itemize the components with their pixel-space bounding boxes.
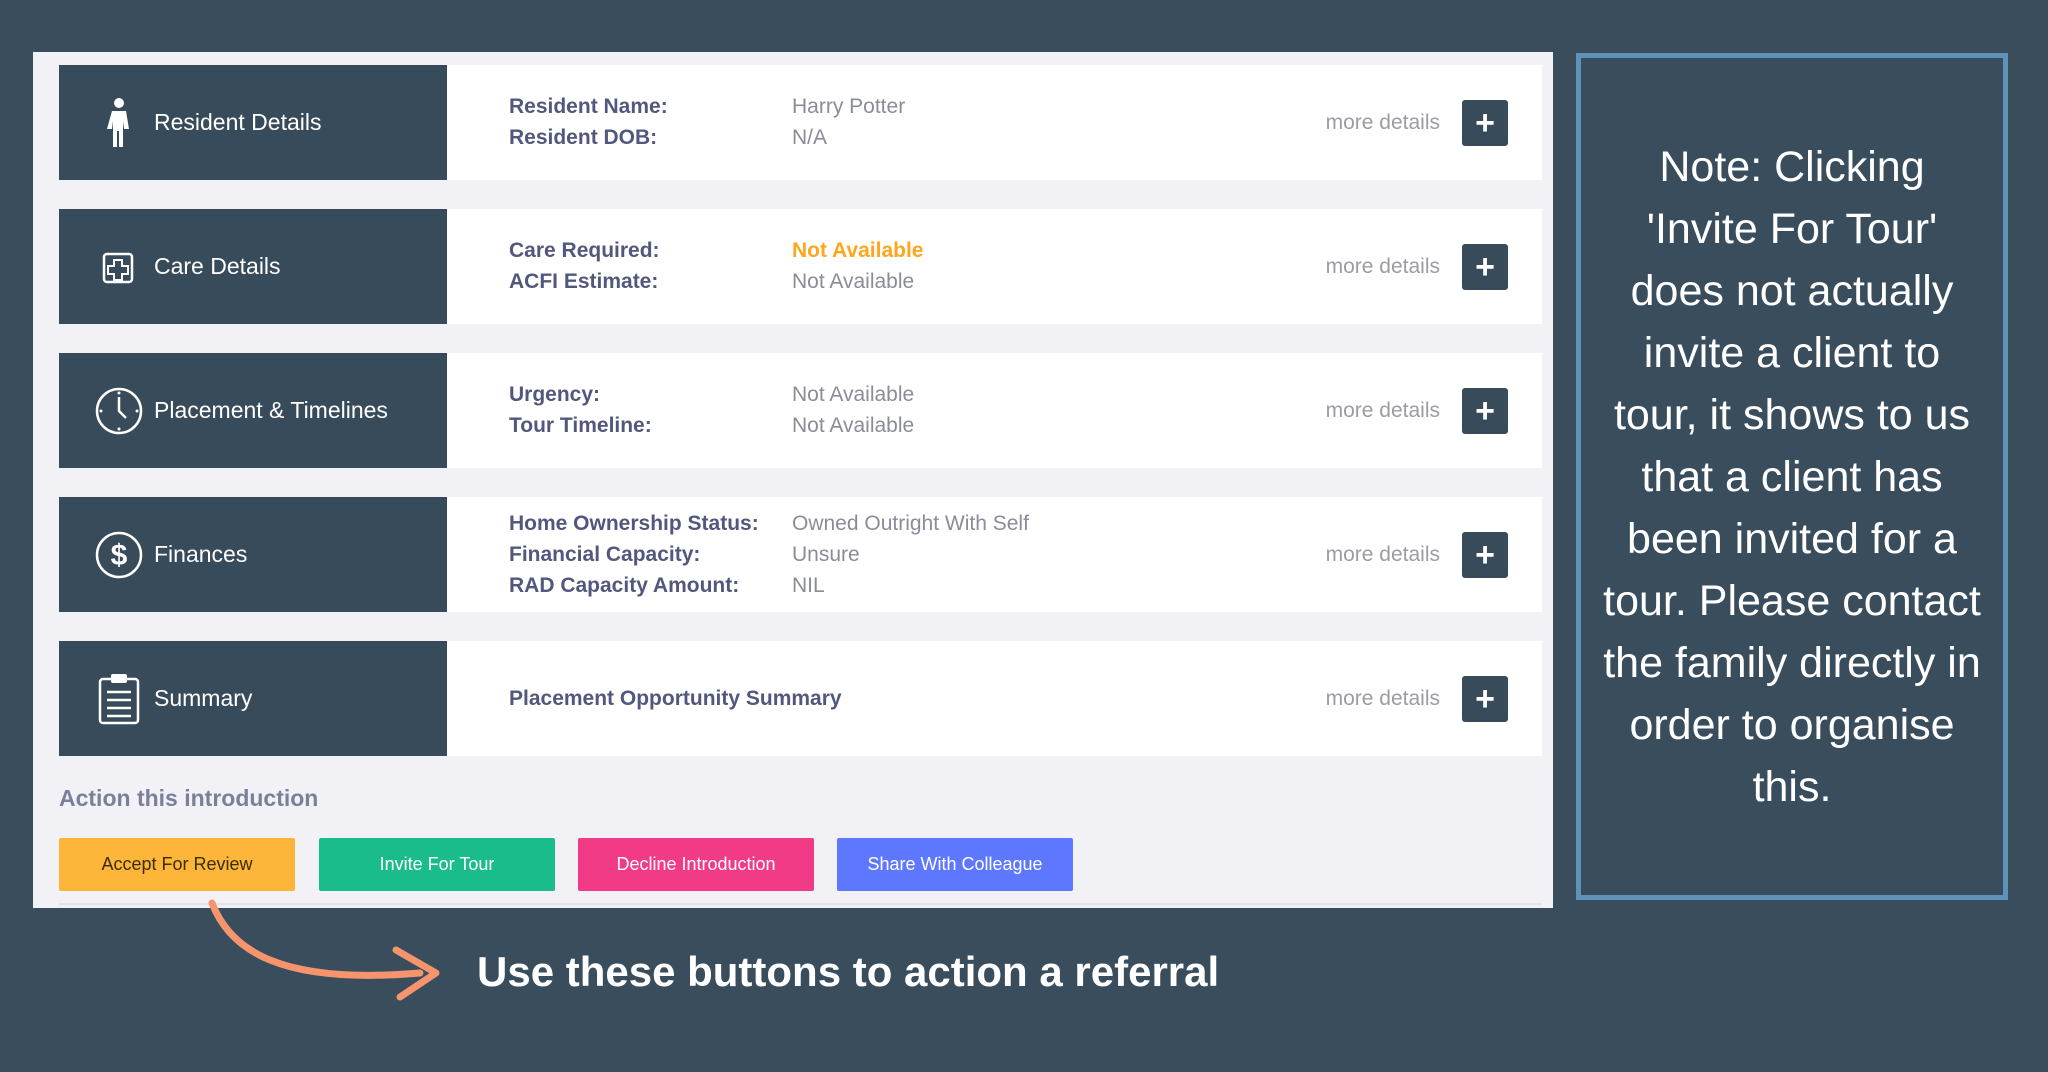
decline-introduction-button[interactable]: Decline Introduction [578, 838, 814, 891]
dollar-icon: $ [89, 525, 149, 585]
field-value: Not Available [792, 383, 915, 406]
card-title: Care Details [154, 253, 281, 279]
more-details-link[interactable]: more details [1326, 65, 1440, 180]
more-details-link[interactable]: more details [1326, 497, 1440, 612]
field-value: N/A [792, 126, 828, 149]
field-value: Not Available [792, 414, 915, 437]
card-fields: Care Required: Not Available ACFI Estima… [509, 209, 923, 324]
clock-icon [89, 381, 149, 441]
medical-cross-icon [89, 237, 149, 297]
card-finances: $ Finances Home Ownership Status: Owned … [59, 497, 1542, 612]
card-header: $ Finances [59, 497, 447, 612]
card-header: Resident Details [59, 65, 447, 180]
plus-icon[interactable]: + [1462, 244, 1508, 290]
card-title: Summary [154, 685, 253, 711]
field-row: Care Required: Not Available [509, 236, 923, 267]
referral-panel: Resident Details Resident Name: Harry Po… [33, 52, 1553, 908]
field-label: Resident DOB: [509, 126, 658, 149]
field-row: Home Ownership Status: Owned Outright Wi… [509, 508, 1029, 539]
field-value-warning: Not Available [792, 239, 924, 262]
plus-icon[interactable]: + [1462, 676, 1508, 722]
clipboard-icon [89, 669, 149, 729]
plus-icon[interactable]: + [1462, 532, 1508, 578]
svg-text:$: $ [111, 539, 128, 572]
card-title: Resident Details [154, 109, 322, 135]
note-text: Note: Clicking 'Invite For Tour' does no… [1603, 142, 1981, 811]
action-heading: Action this introduction [59, 785, 319, 811]
field-row: Urgency: Not Available [509, 380, 914, 411]
field-label: Care Required: [509, 239, 660, 262]
card-placement-timelines: Placement & Timelines Urgency: Not Avail… [59, 353, 1542, 468]
field-value: NIL [792, 573, 825, 597]
plus-icon[interactable]: + [1462, 388, 1508, 434]
person-icon [89, 93, 149, 153]
field-value: Unsure [792, 542, 860, 566]
field-row: Resident Name: Harry Potter [509, 92, 905, 123]
plus-icon[interactable]: + [1462, 100, 1508, 146]
card-header: Summary [59, 641, 447, 756]
field-label: Urgency: [509, 383, 601, 406]
summary-label: Placement Opportunity Summary [509, 686, 842, 710]
field-label: Home Ownership Status: [509, 511, 759, 535]
more-details-link[interactable]: more details [1326, 641, 1440, 756]
field-row: RAD Capacity Amount: NIL [509, 570, 1029, 601]
card-fields: Home Ownership Status: Owned Outright Wi… [509, 497, 1029, 612]
card-fields: Urgency: Not Available Tour Timeline: No… [509, 353, 914, 468]
caption: Use these buttons to action a referral [477, 948, 1220, 995]
card-care-details: Care Details Care Required: Not Availabl… [59, 209, 1542, 324]
more-details-link[interactable]: more details [1326, 209, 1440, 324]
card-fields: Resident Name: Harry Potter Resident DOB… [509, 65, 905, 180]
field-row: ACFI Estimate: Not Available [509, 267, 923, 298]
field-value: Not Available [792, 270, 915, 293]
card-title: Placement & Timelines [154, 397, 388, 423]
more-details-link[interactable]: more details [1326, 353, 1440, 468]
field-value: Owned Outright With Self [792, 511, 1029, 535]
field-label: Tour Timeline: [509, 414, 652, 437]
curved-arrow-icon [208, 899, 440, 1001]
field-row: Resident DOB: N/A [509, 123, 905, 154]
field-value: Harry Potter [792, 95, 906, 118]
field-label: RAD Capacity Amount: [509, 573, 740, 597]
card-title: Finances [154, 541, 248, 567]
card-header: Placement & Timelines [59, 353, 447, 468]
card-fields: Placement Opportunity Summary [509, 641, 842, 756]
field-row: Financial Capacity: Unsure [509, 539, 1029, 570]
card-summary: Summary Placement Opportunity Summary mo… [59, 641, 1542, 756]
share-with-colleague-button[interactable]: Share With Colleague [837, 838, 1073, 891]
field-label: Resident Name: [509, 95, 668, 118]
field-label: ACFI Estimate: [509, 270, 659, 293]
invite-for-tour-button[interactable]: Invite For Tour [319, 838, 555, 891]
card-header: Care Details [59, 209, 447, 324]
card-resident-details: Resident Details Resident Name: Harry Po… [59, 65, 1542, 180]
field-label: Financial Capacity: [509, 542, 701, 566]
accept-for-review-button[interactable]: Accept For Review [59, 838, 295, 891]
field-row: Tour Timeline: Not Available [509, 411, 914, 442]
note-callout: Note: Clicking 'Invite For Tour' does no… [1576, 53, 2008, 900]
